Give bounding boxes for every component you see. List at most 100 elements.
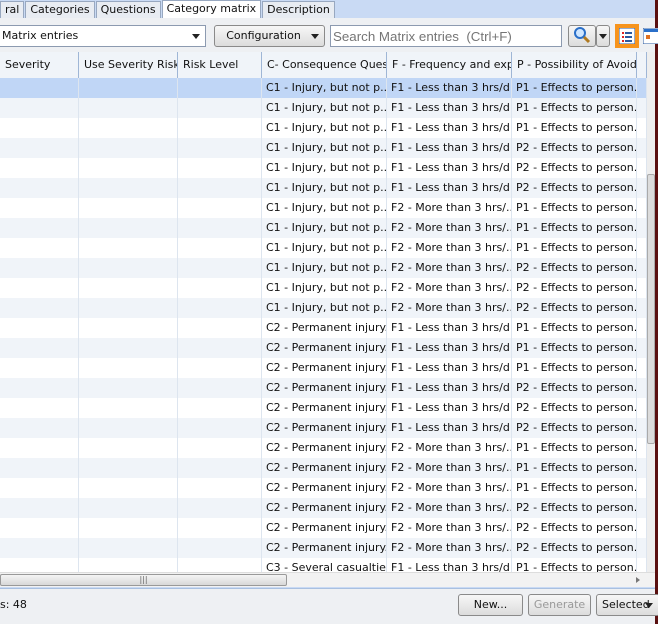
table-row[interactable]: C2 - Permanent injury... F2 - More than 3… [0, 478, 647, 498]
table-row[interactable]: C1 - Injury, but not p... F2 - More than … [0, 298, 647, 318]
table-row[interactable]: C2 - Permanent injury... F1 - Less than 3… [0, 378, 647, 398]
table-cell: P2 - Effects to person... [512, 398, 637, 418]
table-row[interactable]: C2 - Permanent injury... F2 - More than 3… [0, 498, 647, 518]
column-header[interactable]: Severity [0, 52, 79, 78]
table-cell: P2 - Effects to person... [512, 538, 637, 558]
configuration-button[interactable]: Configuration [214, 25, 325, 47]
table-cell: P1 - Effects to person... [512, 198, 637, 218]
table-cell [79, 218, 178, 238]
table-row[interactable]: C1 - Injury, but not p... F2 - More than … [0, 278, 647, 298]
table-cell: C1 - Injury, but not p... [262, 78, 387, 98]
table-cell [0, 78, 79, 98]
column-header[interactable]: Use Severity Risk... [79, 52, 178, 78]
generate-button[interactable]: Generate [528, 594, 591, 616]
table-cell: C2 - Permanent injury... [262, 438, 387, 458]
table-row[interactable]: C1 - Injury, but not p... F1 - Less than … [0, 158, 647, 178]
table-row[interactable]: C1 - Injury, but not p... F1 - Less than … [0, 98, 647, 118]
search-options-button[interactable] [596, 25, 610, 47]
table-cell [178, 478, 262, 498]
table-cell [637, 98, 647, 118]
search-input[interactable] [330, 25, 562, 47]
column-header[interactable]: C- Consequence Ques... [262, 52, 387, 78]
table-row[interactable]: C1 - Injury, but not p... F1 - Less than … [0, 78, 647, 98]
table-cell: C1 - Injury, but not p... [262, 158, 387, 178]
table-row[interactable]: C1 - Injury, but not p... F1 - Less than … [0, 138, 647, 158]
table-cell [178, 298, 262, 318]
scroll-right-icon[interactable] [636, 577, 640, 583]
table-row[interactable]: C2 - Permanent injury... F2 - More than 3… [0, 538, 647, 558]
table-row[interactable]: C2 - Permanent injury... F2 - More than 3… [0, 458, 647, 478]
table-cell [637, 538, 647, 558]
table-row[interactable]: C2 - Permanent injury... F1 - Less than 3… [0, 338, 647, 358]
table-cell: P1 - Effects to person... [512, 438, 637, 458]
list-view-button[interactable] [615, 24, 639, 48]
table-row[interactable]: C2 - Permanent injury... F1 - Less than 3… [0, 418, 647, 438]
tab-general[interactable]: ral [0, 1, 25, 18]
tab-questions[interactable]: Questions [95, 1, 161, 18]
table-row[interactable]: C1 - Injury, but not p... F2 - More than … [0, 258, 647, 278]
table-cell: F1 - Less than 3 hrs/d... [387, 418, 512, 438]
table-cell: P1 - Effects to person... [512, 338, 637, 358]
table-row[interactable]: C3 - Several casualties F1 - Less than 3 … [0, 558, 647, 572]
table-cell [0, 238, 79, 258]
table-cell [178, 258, 262, 278]
table-cell [79, 238, 178, 258]
table-row[interactable]: C1 - Injury, but not p... F2 - More than … [0, 238, 647, 258]
horizontal-scroll-thumb[interactable]: ||| [0, 574, 287, 586]
table-header: SeverityUse Severity Risk...Risk LevelC-… [0, 52, 647, 78]
table-cell [0, 418, 79, 438]
table-cell [0, 438, 79, 458]
table-row[interactable]: C2 - Permanent injury... F1 - Less than 3… [0, 358, 647, 378]
table-cell [0, 338, 79, 358]
table-cell: F2 - More than 3 hrs/... [387, 218, 512, 238]
table-cell [637, 218, 647, 238]
new-button[interactable]: New... [458, 594, 523, 616]
table-row[interactable]: C1 - Injury, but not p... F2 - More than … [0, 198, 647, 218]
table-cell [178, 158, 262, 178]
table-cell [178, 318, 262, 338]
table-cell: F1 - Less than 3 hrs/d... [387, 558, 512, 572]
vertical-scrollbar[interactable] [647, 52, 655, 572]
column-header[interactable]: Risk Level [178, 52, 262, 78]
table-cell [178, 138, 262, 158]
table-row[interactable]: C2 - Permanent injury... F2 - More than 3… [0, 518, 647, 538]
table-cell [79, 198, 178, 218]
table-cell: C1 - Injury, but not p... [262, 178, 387, 198]
table-row[interactable]: C2 - Permanent injury... F1 - Less than 3… [0, 318, 647, 338]
column-header[interactable]: F - Frequency and exp... [387, 52, 512, 78]
vertical-scroll-thumb[interactable] [647, 174, 655, 444]
table-cell [178, 418, 262, 438]
table-cell [637, 338, 647, 358]
column-header[interactable] [637, 52, 647, 78]
table-cell [178, 118, 262, 138]
table-cell: C2 - Permanent injury... [262, 518, 387, 538]
tab-description[interactable]: Description [262, 1, 335, 18]
horizontal-scrollbar[interactable]: ||| [0, 572, 655, 587]
column-header[interactable]: P - Possibility of Avoida... [512, 52, 637, 78]
form-view-button[interactable] [642, 27, 658, 45]
table-cell [178, 178, 262, 198]
table-cell [637, 258, 647, 278]
table-row[interactable]: C2 - Permanent injury... F1 - Less than 3… [0, 398, 647, 418]
view-select[interactable]: Matrix entries [0, 25, 206, 47]
table-row[interactable]: C2 - Permanent injury... F2 - More than 3… [0, 438, 647, 458]
table-cell [79, 498, 178, 518]
table-cell [79, 318, 178, 338]
selected-dropdown[interactable]: Selected [596, 594, 658, 616]
matrix-table: SeverityUse Severity Risk...Risk LevelC-… [0, 52, 647, 572]
table-cell [0, 358, 79, 378]
table-row[interactable]: C1 - Injury, but not p... F1 - Less than … [0, 178, 647, 198]
table-row[interactable]: C1 - Injury, but not p... F2 - More than … [0, 218, 647, 238]
table-cell [0, 298, 79, 318]
search-button[interactable] [568, 25, 596, 47]
table-cell: F2 - More than 3 hrs/... [387, 438, 512, 458]
tab-category-matrix[interactable]: Category matrix [161, 0, 262, 18]
table-cell [79, 398, 178, 418]
table-cell [79, 418, 178, 438]
table-cell: F1 - Less than 3 hrs/d... [387, 318, 512, 338]
table-cell [79, 78, 178, 98]
table-cell: C2 - Permanent injury... [262, 318, 387, 338]
table-row[interactable]: C1 - Injury, but not p... F1 - Less than … [0, 118, 647, 138]
tab-categories[interactable]: Categories [25, 1, 95, 18]
toolbar: Matrix entries Configuration [0, 18, 658, 52]
